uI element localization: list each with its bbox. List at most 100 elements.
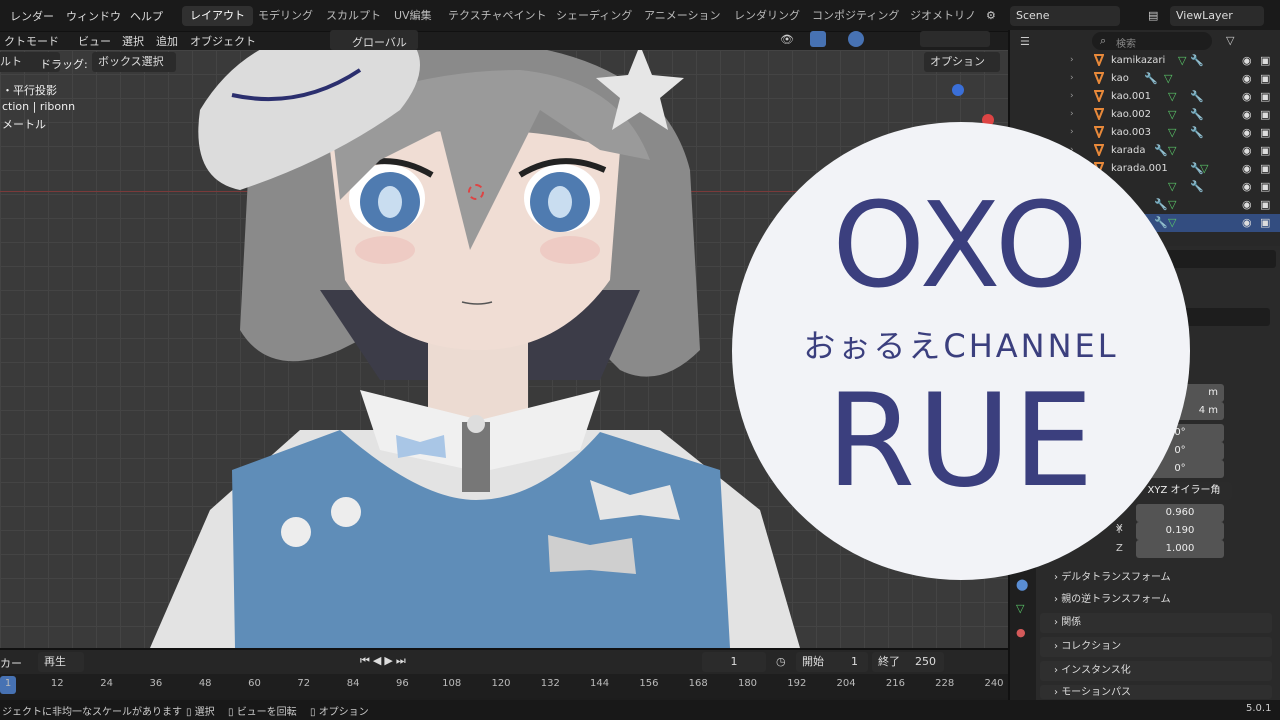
- modifier-icon[interactable]: 🔧: [1190, 180, 1204, 193]
- view-layer-selector[interactable]: ViewLayer: [1170, 6, 1264, 26]
- logo-bottom-text: RUE: [826, 367, 1096, 516]
- render-camera-icon[interactable]: ▣: [1260, 180, 1270, 193]
- render-camera-icon[interactable]: ▣: [1260, 216, 1270, 229]
- timeline-ruler[interactable]: 1 12 24 36 48 60 72 84 96 108 120 132 144 156 168 180 19…: [0, 674, 1008, 698]
- tab-modeling[interactable]: モデリング: [250, 6, 321, 26]
- section-relations[interactable]: › 関係: [1040, 613, 1272, 633]
- visibility-eye-icon[interactable]: ◉: [1242, 144, 1252, 157]
- outliner-row[interactable]: › kao 🔧 ▽ ◉ ▣: [1010, 70, 1280, 88]
- tab-uv-editing[interactable]: UV編集: [386, 6, 440, 26]
- vertex-group-icon[interactable]: ▽: [1178, 54, 1186, 67]
- vertex-group-icon[interactable]: ▽: [1200, 162, 1208, 175]
- visibility-eye-icon[interactable]: ◉: [1242, 162, 1252, 175]
- start-frame-field[interactable]: 開始 1: [796, 652, 868, 672]
- outliner-row-name: kao.002: [1111, 109, 1151, 120]
- scene-name: Scene: [1016, 9, 1050, 22]
- end-frame-field[interactable]: 終了 250: [872, 652, 944, 672]
- vertex-group-icon[interactable]: ▽: [1168, 144, 1176, 157]
- section-delta-transform[interactable]: › デルタトランスフォーム: [1040, 568, 1272, 588]
- mode-selector[interactable]: クトモード: [4, 33, 59, 49]
- tab-animation[interactable]: アニメーション: [636, 6, 729, 26]
- menu-window[interactable]: ウィンドウ: [66, 8, 121, 24]
- tab-layout[interactable]: レイアウト: [182, 6, 253, 26]
- modifier-icon[interactable]: 🔧: [1190, 108, 1204, 121]
- outliner-row[interactable]: › kao.001 🔧 ▽ ◉ ▣: [1010, 88, 1280, 106]
- expand-arrow-icon[interactable]: ›: [1070, 91, 1074, 101]
- object-menu[interactable]: オブジェクト: [190, 33, 256, 49]
- scale-y-label: Y: [1116, 525, 1123, 536]
- visibility-eye-icon[interactable]: ◉: [1242, 216, 1252, 229]
- section-instancing[interactable]: › インスタンス化: [1040, 661, 1272, 681]
- modifier-icon[interactable]: 🔧: [1190, 54, 1204, 67]
- vertex-group-icon[interactable]: ▽: [1168, 108, 1176, 121]
- tab-compositing[interactable]: コンポジティング: [804, 6, 907, 26]
- marker-menu[interactable]: カー: [0, 655, 22, 671]
- section-motion-paths[interactable]: › モーションパス: [1040, 685, 1272, 699]
- select-menu[interactable]: 選択: [122, 33, 144, 49]
- gizmo-toggle-icon[interactable]: [810, 31, 826, 47]
- expand-arrow-icon[interactable]: ›: [1070, 73, 1074, 83]
- tab-shading[interactable]: シェーディング: [548, 6, 640, 26]
- scale-z-field[interactable]: 1.000: [1136, 540, 1224, 558]
- section-parent-inverse[interactable]: › 親の逆トランスフォーム: [1040, 590, 1272, 610]
- playback-menu[interactable]: 再生: [38, 652, 84, 672]
- tab-geometry-nodes[interactable]: ジオメトリノ: [902, 6, 984, 26]
- section-collections[interactable]: › コレクション: [1040, 637, 1272, 657]
- vertex-group-icon[interactable]: ▽: [1168, 126, 1176, 139]
- expand-arrow-icon[interactable]: ›: [1070, 127, 1074, 137]
- render-camera-icon[interactable]: ▣: [1260, 108, 1270, 121]
- expand-arrow-icon[interactable]: ›: [1070, 55, 1074, 65]
- data-tab-icon[interactable]: ▽: [1016, 602, 1024, 615]
- visibility-eye-icon[interactable]: ◉: [1242, 198, 1252, 211]
- scale-y-field[interactable]: 0.190: [1136, 522, 1224, 540]
- visibility-eye-icon[interactable]: ◉: [1242, 54, 1252, 67]
- tab-sculpt[interactable]: スカルプト: [318, 6, 389, 26]
- render-camera-icon[interactable]: ▣: [1260, 144, 1270, 157]
- visibility-eye-icon[interactable]: ◉: [1242, 108, 1252, 121]
- tab-rendering[interactable]: レンダリング: [726, 6, 808, 26]
- outliner-display-mode-icon[interactable]: ☰: [1020, 35, 1030, 48]
- render-camera-icon[interactable]: ▣: [1260, 162, 1270, 175]
- vertex-group-icon[interactable]: ▽: [1168, 90, 1176, 103]
- render-camera-icon[interactable]: ▣: [1260, 90, 1270, 103]
- orientation-dropdown[interactable]: グローバル: [330, 30, 418, 50]
- modifier-icon[interactable]: 🔧: [1190, 90, 1204, 103]
- logo-top-text: OXO: [832, 176, 1090, 314]
- filter-icon[interactable]: ▽: [1226, 34, 1234, 47]
- visibility-eye-icon[interactable]: ◉: [1242, 90, 1252, 103]
- outliner-row[interactable]: › kamikazari 🔧 ▽ ◉ ▣: [1010, 52, 1280, 70]
- add-menu[interactable]: 追加: [156, 33, 178, 49]
- physics-tab-icon[interactable]: ⬤: [1016, 578, 1028, 591]
- shading-modes[interactable]: [920, 31, 990, 47]
- version-label: 5.0.1: [1246, 703, 1272, 714]
- gizmo-z-icon[interactable]: [952, 84, 964, 96]
- vertex-group-icon[interactable]: ▽: [1164, 72, 1172, 85]
- material-tab-icon[interactable]: ●: [1016, 626, 1026, 639]
- modifier-icon[interactable]: 🔧: [1144, 72, 1158, 85]
- render-camera-icon[interactable]: ▣: [1260, 198, 1270, 211]
- outliner-row[interactable]: › kao.002 🔧 ▽ ◉ ▣: [1010, 106, 1280, 124]
- visibility-eye-icon[interactable]: ◉: [1242, 72, 1252, 85]
- timeline-tick-label: 120: [491, 678, 511, 689]
- visibility-eye-icon[interactable]: ◉: [1242, 126, 1252, 139]
- tab-texture-paint[interactable]: テクスチャペイント: [440, 6, 555, 26]
- section-label: 関係: [1061, 617, 1082, 628]
- menu-help[interactable]: ヘルプ: [130, 8, 163, 24]
- expand-arrow-icon[interactable]: ›: [1070, 109, 1074, 119]
- visibility-eye-icon[interactable]: ◉: [1242, 180, 1252, 193]
- modifier-icon[interactable]: 🔧: [1154, 144, 1168, 157]
- menu-render[interactable]: レンダー: [10, 8, 54, 24]
- render-camera-icon[interactable]: ▣: [1260, 72, 1270, 85]
- overlay-toggle-icon[interactable]: [848, 31, 864, 47]
- render-camera-icon[interactable]: ▣: [1260, 54, 1270, 67]
- view-menu[interactable]: ビュー: [78, 33, 111, 49]
- playback-controls-icon[interactable]: ⏮◀▶⏭: [360, 654, 409, 668]
- visibility-icon[interactable]: 👁: [780, 33, 794, 46]
- modifier-icon[interactable]: 🔧: [1190, 126, 1204, 139]
- render-camera-icon[interactable]: ▣: [1260, 126, 1270, 139]
- current-frame-field[interactable]: 1: [702, 652, 766, 672]
- scene-selector[interactable]: Scene: [1010, 6, 1120, 26]
- view-overlay-line1: ・平行投影: [2, 84, 57, 97]
- outliner-search-input[interactable]: 検索: [1116, 35, 1136, 50]
- outliner-search[interactable]: ⌕ 検索: [1092, 32, 1212, 50]
